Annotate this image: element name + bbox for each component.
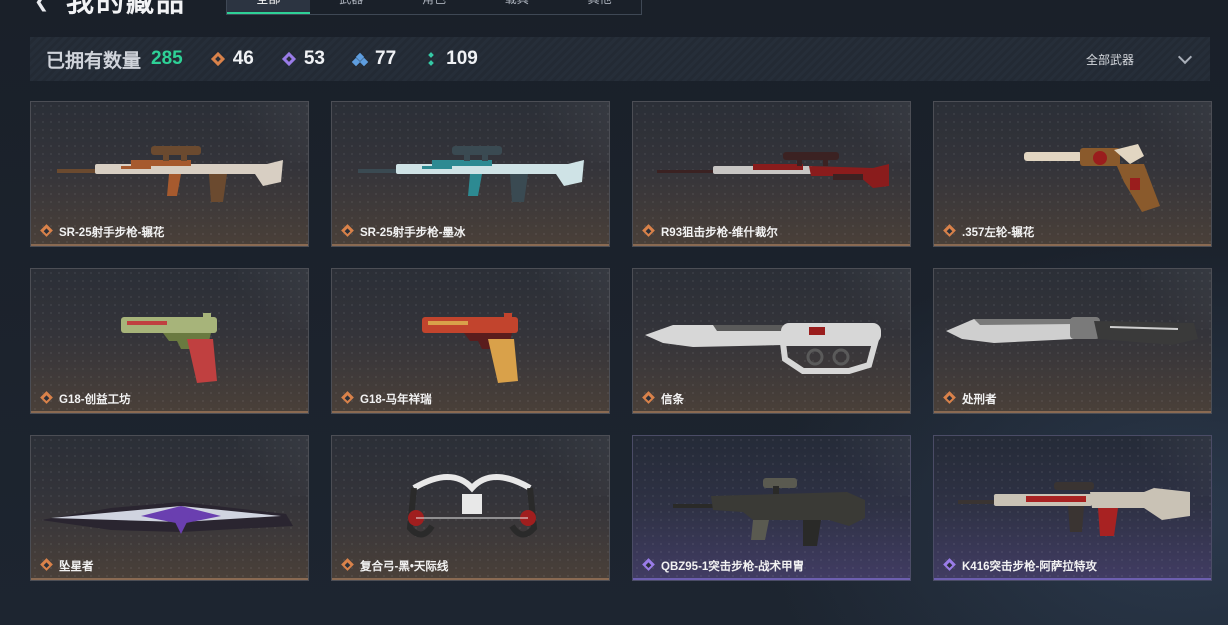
purple-diamond-icon bbox=[281, 51, 296, 67]
orange-diamond-icon bbox=[341, 224, 355, 238]
weapon-image bbox=[57, 146, 283, 202]
tab-characters[interactable]: 角色 bbox=[393, 0, 476, 14]
rarity-count: 77 bbox=[375, 48, 397, 69]
orange-diamond-icon bbox=[40, 558, 54, 572]
item-name: G18-马年祥瑞 bbox=[360, 394, 432, 406]
owned-count-value: 285 bbox=[151, 48, 183, 69]
green-dots-icon bbox=[424, 52, 438, 66]
orange-diamond-icon bbox=[642, 391, 656, 405]
rarity-underline bbox=[934, 411, 1211, 413]
item-name: R93狙击步枪-维什裁尔 bbox=[661, 227, 778, 239]
rarity-stat-blue: 77 bbox=[351, 48, 397, 70]
weapon-image bbox=[946, 317, 1198, 345]
back-arrow-icon[interactable]: ❮ bbox=[34, 0, 52, 10]
collection-item-card[interactable]: R93狙击步枪-维什裁尔 bbox=[632, 101, 911, 247]
rarity-underline bbox=[31, 578, 308, 580]
weapon-image bbox=[121, 313, 217, 383]
item-name: K416突击步枪-阿萨拉特攻 bbox=[962, 561, 1097, 573]
collection-item-card[interactable]: 信条 bbox=[632, 268, 911, 414]
orange-diamond-icon bbox=[210, 51, 225, 67]
item-name: .357左轮-辗花 bbox=[962, 227, 1035, 239]
rarity-underline bbox=[633, 411, 910, 413]
item-name: 信条 bbox=[661, 394, 684, 406]
rarity-underline bbox=[31, 411, 308, 413]
item-name: 坠星者 bbox=[59, 561, 94, 573]
blue-triple-diamond-icon bbox=[351, 52, 369, 67]
rarity-stat-orange: 46 bbox=[210, 48, 254, 70]
rarity-underline bbox=[31, 244, 308, 246]
weapon-image bbox=[958, 482, 1190, 536]
rarity-stat-purple: 53 bbox=[281, 48, 325, 70]
collection-grid: SR-25射手步枪-辗花 SR-25射手步枪-墨冰 R93狙击步枪-维什裁尔 .… bbox=[30, 101, 1212, 581]
weapon-filter-label: 全部武器 bbox=[1085, 52, 1134, 67]
rarity-underline bbox=[934, 578, 1211, 580]
tab-other[interactable]: 其他 bbox=[558, 0, 641, 14]
weapon-image bbox=[645, 323, 881, 374]
weapon-filter-dropdown[interactable]: 全部武器 bbox=[1085, 49, 1193, 68]
item-name: SR-25射手步枪-墨冰 bbox=[360, 227, 466, 239]
owned-count-label: 已拥有数量 bbox=[46, 50, 142, 72]
item-name: SR-25射手步枪-辗花 bbox=[59, 227, 165, 239]
tab-weapons[interactable]: 武器 bbox=[310, 0, 393, 14]
collection-item-card[interactable]: G18-马年祥瑞 bbox=[331, 268, 610, 414]
collection-item-card[interactable]: 坠星者 bbox=[30, 435, 309, 581]
collection-item-card[interactable]: SR-25射手步枪-辗花 bbox=[30, 101, 309, 247]
rarity-count: 46 bbox=[232, 48, 254, 69]
rarity-underline bbox=[934, 244, 1211, 246]
rarity-underline bbox=[332, 411, 609, 413]
chevron-down-icon[interactable] bbox=[1177, 49, 1193, 64]
collection-item-card[interactable]: 处刑者 bbox=[933, 268, 1212, 414]
weapon-image bbox=[406, 474, 538, 538]
item-name: 复合弓-黑•天际线 bbox=[360, 561, 449, 573]
collection-item-card[interactable]: .357左轮-辗花 bbox=[933, 101, 1212, 247]
item-name: G18-创益工坊 bbox=[59, 394, 131, 406]
rarity-count: 109 bbox=[446, 48, 478, 69]
tab-vehicles[interactable]: 载具 bbox=[475, 0, 558, 14]
collection-item-card[interactable]: G18-创益工坊 bbox=[30, 268, 309, 414]
rarity-underline bbox=[633, 244, 910, 246]
orange-diamond-icon bbox=[943, 224, 957, 238]
item-name: 处刑者 bbox=[962, 394, 997, 406]
weapon-image bbox=[41, 502, 293, 534]
rarity-count: 53 bbox=[303, 48, 325, 69]
orange-diamond-icon bbox=[40, 391, 54, 405]
tab-all[interactable]: 全部 bbox=[227, 0, 310, 14]
collection-stats-bar: 已拥有数量 285 46 53 77 109 全部武器 bbox=[30, 37, 1210, 81]
category-tab-bar: 全部 武器 角色 载具 其他 bbox=[226, 0, 642, 15]
weapon-image bbox=[657, 152, 889, 188]
weapon-image bbox=[673, 478, 865, 546]
collection-item-card[interactable]: QBZ95-1突击步枪-战术甲胄 bbox=[632, 435, 911, 581]
orange-diamond-icon bbox=[341, 391, 355, 405]
weapon-image bbox=[358, 146, 584, 202]
collection-item-card[interactable]: K416突击步枪-阿萨拉特攻 bbox=[933, 435, 1212, 581]
orange-diamond-icon bbox=[341, 558, 355, 572]
weapon-image bbox=[1024, 144, 1160, 212]
collection-item-card[interactable]: 复合弓-黑•天际线 bbox=[331, 435, 610, 581]
rarity-underline bbox=[332, 578, 609, 580]
orange-diamond-icon bbox=[642, 224, 656, 238]
purple-diamond-icon bbox=[943, 558, 957, 572]
rarity-underline bbox=[633, 578, 910, 580]
purple-diamond-icon bbox=[642, 558, 656, 572]
weapon-image bbox=[422, 313, 518, 383]
rarity-underline bbox=[332, 244, 609, 246]
item-name: QBZ95-1突击步枪-战术甲胄 bbox=[661, 561, 805, 573]
orange-diamond-icon bbox=[40, 224, 54, 238]
rarity-stat-green: 109 bbox=[424, 48, 478, 70]
collection-item-card[interactable]: SR-25射手步枪-墨冰 bbox=[331, 101, 610, 247]
page-title: 我的藏品 bbox=[66, 0, 187, 17]
orange-diamond-icon bbox=[943, 391, 957, 405]
